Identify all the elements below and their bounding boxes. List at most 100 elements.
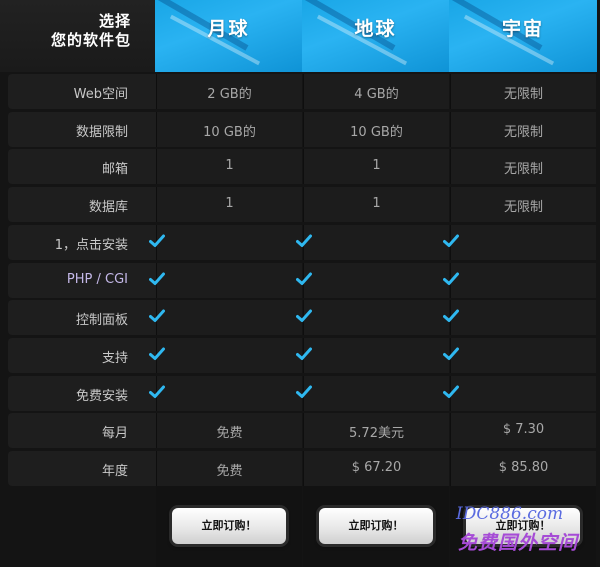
table-row: 支持 bbox=[0, 338, 600, 375]
row-value: $ 7.30 bbox=[502, 422, 545, 437]
row-label: 1，点击安装 bbox=[54, 238, 128, 253]
row-value-cell: 2 GB的 bbox=[156, 74, 302, 109]
checkmark-icon bbox=[296, 234, 312, 248]
row-label: 数据限制 bbox=[75, 125, 128, 140]
plan-header-moon: 月球 bbox=[155, 0, 302, 72]
row-value-cell bbox=[296, 300, 449, 335]
row-value: 1 bbox=[225, 196, 234, 211]
row-label-cell: 每月 bbox=[8, 413, 156, 448]
checkmark-icon bbox=[149, 385, 165, 399]
row-value-cell: 4 GB的 bbox=[303, 74, 449, 109]
row-value: $ 67.20 bbox=[351, 460, 402, 475]
row-label-cell: 1，点击安装 bbox=[8, 225, 156, 260]
row-value-cell bbox=[443, 300, 596, 335]
checkmark-icon bbox=[443, 272, 459, 286]
order-now-button[interactable]: 立即订购！ bbox=[319, 508, 433, 544]
checkmark-icon bbox=[296, 272, 312, 286]
row-label-cell: 邮箱 bbox=[8, 149, 156, 184]
row-value-cell: 无限制 bbox=[450, 149, 596, 184]
order-now-button[interactable]: 立即订购！ bbox=[172, 508, 286, 544]
row-value-cell bbox=[443, 225, 596, 260]
header-title-cell: 选择 您的软件包 bbox=[0, 0, 155, 72]
plan-name: 宇宙 bbox=[501, 18, 544, 40]
row-value: 免费 bbox=[216, 426, 243, 441]
row-value-cell: 1 bbox=[156, 149, 302, 184]
watermark-slogan: 免费国外空间 bbox=[458, 532, 579, 554]
checkmark-icon bbox=[443, 347, 459, 361]
row-value-cell: 免费 bbox=[156, 413, 302, 448]
row-label-cell: 免费安装 bbox=[8, 376, 156, 411]
row-value: 免费 bbox=[216, 464, 243, 479]
table-row: Web空间 2 GB的 4 GB的 无限制 bbox=[0, 74, 600, 111]
row-value: 2 GB的 bbox=[207, 87, 252, 102]
checkmark-icon bbox=[443, 309, 459, 323]
table-row: 每月 免费 5.72美元 $ 7.30 bbox=[0, 413, 600, 450]
checkmark-icon bbox=[149, 347, 165, 361]
plan-name: 地球 bbox=[354, 18, 397, 40]
header-title-line1: 选择 bbox=[98, 12, 131, 30]
row-value-cell: 免费 bbox=[156, 451, 302, 486]
checkmark-icon bbox=[296, 385, 312, 399]
pricing-table: 选择 您的软件包 月球 地球 宇宙 Web空间 2 GB的 4 GB的 无限制 数据限制… bbox=[0, 0, 600, 567]
row-value: 1 bbox=[372, 158, 381, 173]
row-value-cell: 无限制 bbox=[450, 187, 596, 222]
table-row: 邮箱 1 1 无限制 bbox=[0, 149, 600, 186]
row-value-cell bbox=[149, 225, 302, 260]
checkmark-icon bbox=[149, 234, 165, 248]
checkmark-icon bbox=[443, 234, 459, 248]
row-label: 控制面板 bbox=[75, 313, 128, 328]
table-row: 控制面板 bbox=[0, 300, 600, 337]
row-value: 1 bbox=[225, 158, 234, 173]
row-value-cell: $ 7.30 bbox=[450, 413, 596, 448]
table-row: 免费安装 bbox=[0, 376, 600, 413]
row-value: 无限制 bbox=[503, 162, 543, 177]
row-value-cell: 1 bbox=[303, 187, 449, 222]
table-row: 1，点击安装 bbox=[0, 225, 600, 262]
row-value: 无限制 bbox=[503, 125, 543, 140]
footer-cell: 立即订购！ bbox=[303, 486, 449, 567]
plan-header-earth: 地球 bbox=[302, 0, 449, 72]
row-value-cell: $ 85.80 bbox=[450, 451, 596, 486]
table-row: 数据限制 10 GB的 10 GB的 无限制 bbox=[0, 112, 600, 149]
row-value: 无限制 bbox=[503, 87, 543, 102]
row-label-cell: 控制面板 bbox=[8, 300, 156, 335]
row-label: 免费安装 bbox=[75, 389, 128, 404]
row-value: 5.72美元 bbox=[349, 426, 404, 441]
checkmark-icon bbox=[296, 309, 312, 323]
row-label: Web空间 bbox=[73, 87, 128, 102]
row-value-cell bbox=[149, 338, 302, 373]
row-value-cell: 5.72美元 bbox=[303, 413, 449, 448]
row-value-cell: 10 GB的 bbox=[303, 112, 449, 147]
row-value-cell bbox=[443, 263, 596, 298]
plan-name: 月球 bbox=[207, 18, 250, 40]
row-value-cell bbox=[443, 338, 596, 373]
row-label-cell: PHP / CGI bbox=[8, 263, 156, 298]
row-value: 10 GB的 bbox=[350, 125, 403, 140]
row-label-cell: 年度 bbox=[8, 451, 156, 486]
row-label: 邮箱 bbox=[101, 162, 128, 177]
table-row: 数据库 1 1 无限制 bbox=[0, 187, 600, 224]
row-label-cell: Web空间 bbox=[8, 74, 156, 109]
row-value-cell bbox=[296, 263, 449, 298]
footer-cell: 立即订购！ bbox=[156, 486, 302, 567]
row-label-cell: 数据库 bbox=[8, 187, 156, 222]
table-row: 年度 免费 $ 67.20 $ 85.80 bbox=[0, 451, 600, 488]
row-value-cell bbox=[149, 300, 302, 335]
row-label: PHP / CGI bbox=[66, 272, 128, 287]
row-value-cell bbox=[296, 338, 449, 373]
row-value-cell: 1 bbox=[156, 187, 302, 222]
row-label: 每月 bbox=[101, 426, 128, 441]
row-value-cell bbox=[149, 263, 302, 298]
header-title-line2: 您的软件包 bbox=[50, 31, 131, 49]
row-label-cell: 支持 bbox=[8, 338, 156, 373]
watermark-domain: IDC886.com bbox=[456, 504, 564, 524]
table-row: PHP / CGI bbox=[0, 263, 600, 300]
row-value-cell: 10 GB的 bbox=[156, 112, 302, 147]
row-label: 数据库 bbox=[88, 200, 128, 215]
row-value-cell: 无限制 bbox=[450, 112, 596, 147]
plan-header-universe: 宇宙 bbox=[449, 0, 597, 72]
checkmark-icon bbox=[149, 309, 165, 323]
checkmark-icon bbox=[149, 272, 165, 286]
row-value-cell bbox=[149, 376, 302, 411]
row-value-cell: 1 bbox=[303, 149, 449, 184]
